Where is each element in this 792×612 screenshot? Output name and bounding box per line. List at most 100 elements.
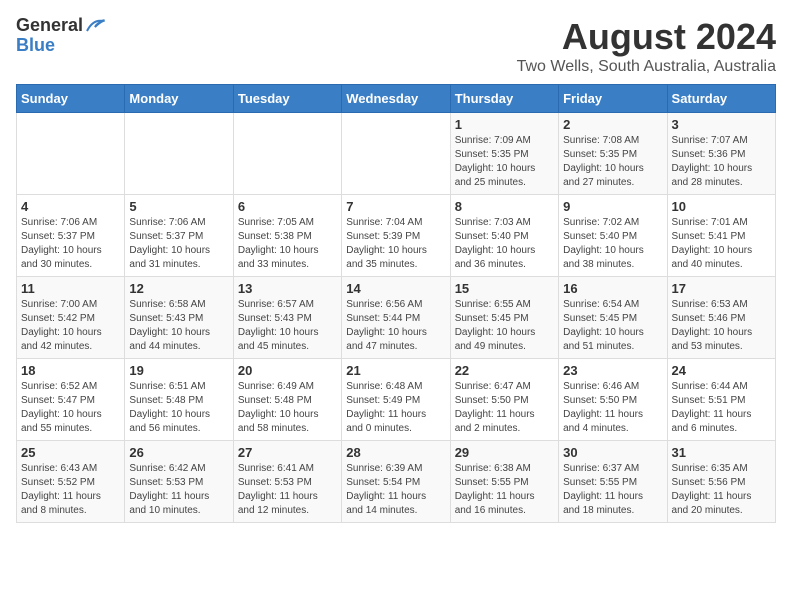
day-info: Sunrise: 6:44 AM Sunset: 5:51 PM Dayligh… [672, 380, 771, 436]
weekday-header-friday: Friday [559, 85, 667, 113]
calendar-cell: 6 Sunrise: 7:05 AM Sunset: 5:38 PM Daylig… [233, 195, 341, 277]
day-info: Sunrise: 7:06 AM Sunset: 5:37 PM Dayligh… [21, 216, 120, 272]
calendar-cell: 9 Sunrise: 7:02 AM Sunset: 5:40 PM Daylig… [559, 195, 667, 277]
calendar-table: SundayMondayTuesdayWednesdayThursdayFrid… [16, 84, 776, 523]
month-year-title: August 2024 [517, 16, 776, 58]
calendar-cell: 2 Sunrise: 7:08 AM Sunset: 5:35 PM Daylig… [559, 113, 667, 195]
day-number: 19 [129, 363, 228, 378]
day-info: Sunrise: 6:48 AM Sunset: 5:49 PM Dayligh… [346, 380, 445, 436]
calendar-cell: 4 Sunrise: 7:06 AM Sunset: 5:37 PM Daylig… [17, 195, 125, 277]
day-info: Sunrise: 7:02 AM Sunset: 5:40 PM Dayligh… [563, 216, 662, 272]
day-number: 1 [455, 117, 554, 132]
day-info: Sunrise: 6:47 AM Sunset: 5:50 PM Dayligh… [455, 380, 554, 436]
day-info: Sunrise: 6:46 AM Sunset: 5:50 PM Dayligh… [563, 380, 662, 436]
day-number: 11 [21, 281, 120, 296]
day-number: 10 [672, 199, 771, 214]
day-info: Sunrise: 6:43 AM Sunset: 5:52 PM Dayligh… [21, 462, 120, 518]
calendar-cell: 17 Sunrise: 6:53 AM Sunset: 5:46 PM Dayli… [667, 277, 775, 359]
day-number: 16 [563, 281, 662, 296]
calendar-cell: 26Sunrise: 6:42 AM Sunset: 5:53 PM Dayli… [125, 441, 233, 523]
weekday-header-row: SundayMondayTuesdayWednesdayThursdayFrid… [17, 85, 776, 113]
day-number: 12 [129, 281, 228, 296]
day-info: Sunrise: 7:00 AM Sunset: 5:42 PM Dayligh… [21, 298, 120, 354]
calendar-cell: 12Sunrise: 6:58 AM Sunset: 5:43 PM Dayli… [125, 277, 233, 359]
weekday-header-saturday: Saturday [667, 85, 775, 113]
day-number: 9 [563, 199, 662, 214]
day-number: 25 [21, 445, 120, 460]
day-info: Sunrise: 6:53 AM Sunset: 5:46 PM Dayligh… [672, 298, 771, 354]
calendar-cell: 16 Sunrise: 6:54 AM Sunset: 5:45 PM Dayli… [559, 277, 667, 359]
calendar-cell: 22Sunrise: 6:47 AM Sunset: 5:50 PM Dayli… [450, 359, 558, 441]
calendar-cell [342, 113, 450, 195]
calendar-cell: 21Sunrise: 6:48 AM Sunset: 5:49 PM Dayli… [342, 359, 450, 441]
weekday-header-thursday: Thursday [450, 85, 558, 113]
day-info: Sunrise: 6:35 AM Sunset: 5:56 PM Dayligh… [672, 462, 771, 518]
weekday-header-tuesday: Tuesday [233, 85, 341, 113]
day-info: Sunrise: 6:38 AM Sunset: 5:55 PM Dayligh… [455, 462, 554, 518]
day-info: Sunrise: 7:08 AM Sunset: 5:35 PM Dayligh… [563, 134, 662, 190]
day-info: Sunrise: 6:42 AM Sunset: 5:53 PM Dayligh… [129, 462, 228, 518]
calendar-cell: 27 Sunrise: 6:41 AM Sunset: 5:53 PM Dayli… [233, 441, 341, 523]
calendar-cell: 25 Sunrise: 6:43 AM Sunset: 5:52 PM Dayli… [17, 441, 125, 523]
calendar-cell: 28 Sunrise: 6:39 AM Sunset: 5:54 PM Dayli… [342, 441, 450, 523]
day-info: Sunrise: 7:05 AM Sunset: 5:38 PM Dayligh… [238, 216, 337, 272]
day-number: 4 [21, 199, 120, 214]
calendar-week-row: 18 Sunrise: 6:52 AM Sunset: 5:47 PM Dayli… [17, 359, 776, 441]
day-number: 30 [563, 445, 662, 460]
calendar-cell: 1Sunrise: 7:09 AM Sunset: 5:35 PM Daylig… [450, 113, 558, 195]
day-number: 15 [455, 281, 554, 296]
day-info: Sunrise: 6:49 AM Sunset: 5:48 PM Dayligh… [238, 380, 337, 436]
day-info: Sunrise: 7:03 AM Sunset: 5:40 PM Dayligh… [455, 216, 554, 272]
title-area: August 2024 Two Wells, South Australia, … [517, 16, 776, 76]
calendar-cell: 30 Sunrise: 6:37 AM Sunset: 5:55 PM Dayli… [559, 441, 667, 523]
day-number: 2 [563, 117, 662, 132]
day-number: 18 [21, 363, 120, 378]
day-number: 23 [563, 363, 662, 378]
calendar-cell: 5 Sunrise: 7:06 AM Sunset: 5:37 PM Daylig… [125, 195, 233, 277]
weekday-header-wednesday: Wednesday [342, 85, 450, 113]
day-info: Sunrise: 6:37 AM Sunset: 5:55 PM Dayligh… [563, 462, 662, 518]
day-number: 7 [346, 199, 445, 214]
day-info: Sunrise: 6:41 AM Sunset: 5:53 PM Dayligh… [238, 462, 337, 518]
day-number: 8 [455, 199, 554, 214]
day-number: 29 [455, 445, 554, 460]
calendar-week-row: 4 Sunrise: 7:06 AM Sunset: 5:37 PM Daylig… [17, 195, 776, 277]
calendar-week-row: 1Sunrise: 7:09 AM Sunset: 5:35 PM Daylig… [17, 113, 776, 195]
calendar-cell [17, 113, 125, 195]
day-info: Sunrise: 6:52 AM Sunset: 5:47 PM Dayligh… [21, 380, 120, 436]
day-number: 6 [238, 199, 337, 214]
calendar-cell: 19Sunrise: 6:51 AM Sunset: 5:48 PM Dayli… [125, 359, 233, 441]
day-info: Sunrise: 6:39 AM Sunset: 5:54 PM Dayligh… [346, 462, 445, 518]
calendar-cell: 31 Sunrise: 6:35 AM Sunset: 5:56 PM Dayli… [667, 441, 775, 523]
day-number: 3 [672, 117, 771, 132]
calendar-cell: 20Sunrise: 6:49 AM Sunset: 5:48 PM Dayli… [233, 359, 341, 441]
day-info: Sunrise: 7:06 AM Sunset: 5:37 PM Dayligh… [129, 216, 228, 272]
day-number: 5 [129, 199, 228, 214]
header: General Blue August 2024 Two Wells, Sout… [16, 16, 776, 76]
logo-blue-text: Blue [16, 36, 55, 56]
day-number: 28 [346, 445, 445, 460]
calendar-cell: 3 Sunrise: 7:07 AM Sunset: 5:36 PM Daylig… [667, 113, 775, 195]
day-number: 13 [238, 281, 337, 296]
day-info: Sunrise: 7:07 AM Sunset: 5:36 PM Dayligh… [672, 134, 771, 190]
calendar-week-row: 25 Sunrise: 6:43 AM Sunset: 5:52 PM Dayli… [17, 441, 776, 523]
day-info: Sunrise: 7:04 AM Sunset: 5:39 PM Dayligh… [346, 216, 445, 272]
calendar-cell: 14Sunrise: 6:56 AM Sunset: 5:44 PM Dayli… [342, 277, 450, 359]
weekday-header-sunday: Sunday [17, 85, 125, 113]
calendar-cell: 8 Sunrise: 7:03 AM Sunset: 5:40 PM Daylig… [450, 195, 558, 277]
calendar-cell [233, 113, 341, 195]
day-info: Sunrise: 6:56 AM Sunset: 5:44 PM Dayligh… [346, 298, 445, 354]
calendar-cell: 7 Sunrise: 7:04 AM Sunset: 5:39 PM Daylig… [342, 195, 450, 277]
calendar-cell: 11 Sunrise: 7:00 AM Sunset: 5:42 PM Dayli… [17, 277, 125, 359]
day-number: 27 [238, 445, 337, 460]
calendar-cell: 15Sunrise: 6:55 AM Sunset: 5:45 PM Dayli… [450, 277, 558, 359]
location-subtitle: Two Wells, South Australia, Australia [517, 58, 776, 76]
day-info: Sunrise: 6:54 AM Sunset: 5:45 PM Dayligh… [563, 298, 662, 354]
day-number: 17 [672, 281, 771, 296]
logo-bird-icon [85, 17, 105, 35]
day-number: 24 [672, 363, 771, 378]
logo: General Blue [16, 16, 105, 56]
day-number: 31 [672, 445, 771, 460]
weekday-header-monday: Monday [125, 85, 233, 113]
calendar-cell: 29 Sunrise: 6:38 AM Sunset: 5:55 PM Dayli… [450, 441, 558, 523]
